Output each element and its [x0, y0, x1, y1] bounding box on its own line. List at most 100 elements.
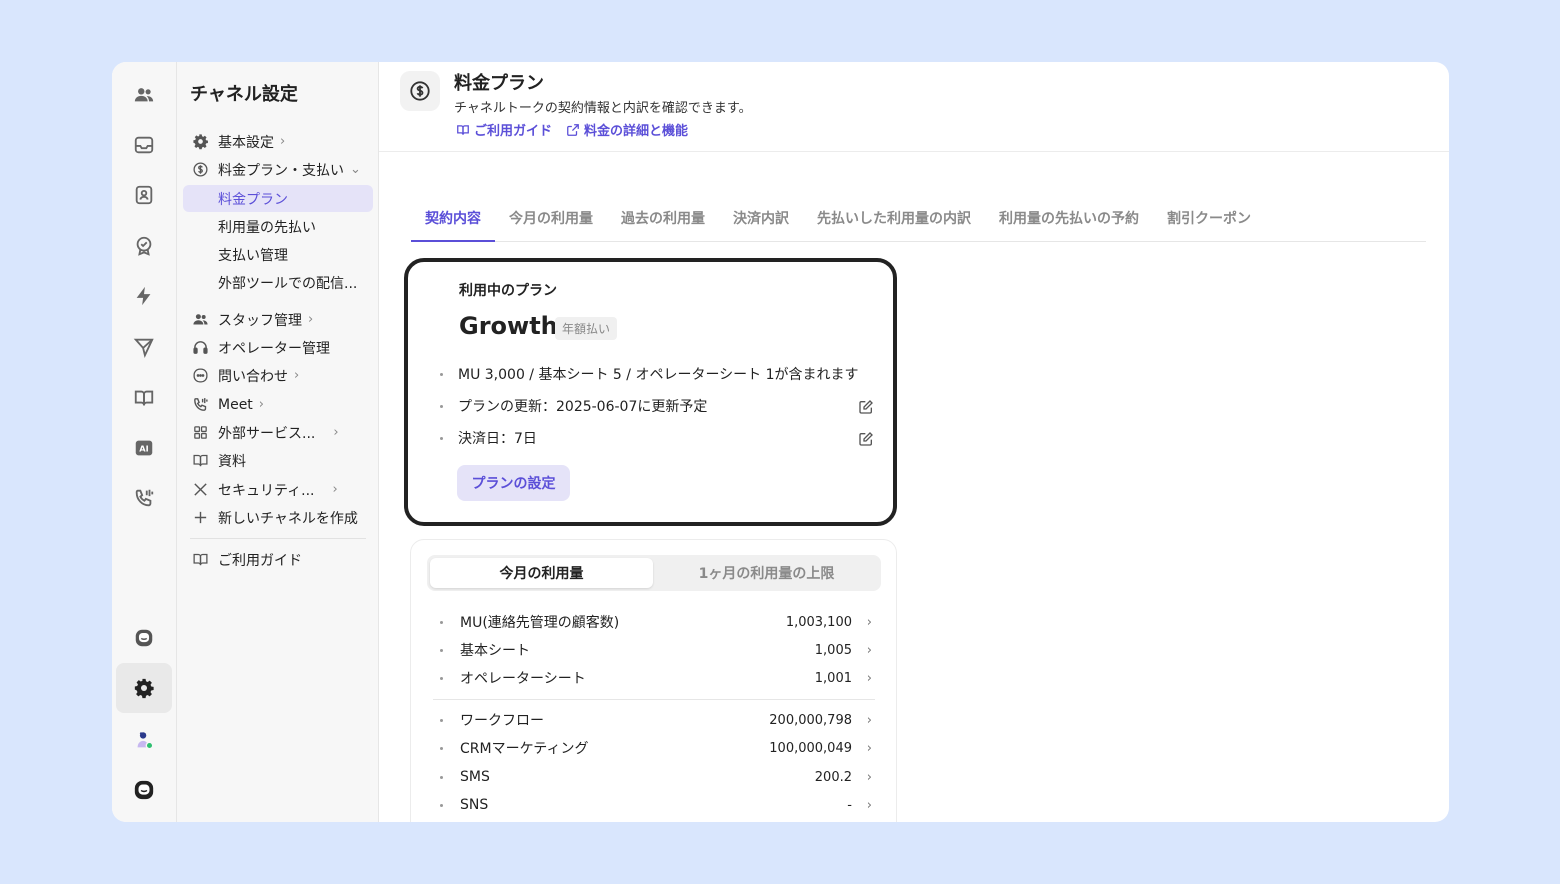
nav-label: 問い合わせ	[218, 368, 288, 385]
rail-settings[interactable]	[116, 663, 172, 713]
usage-label: SNS	[460, 797, 489, 813]
tab-prepaid-breakdown[interactable]: 先払いした利用量の内訳	[803, 202, 985, 242]
edit-icon[interactable]	[858, 431, 874, 447]
usage-value: 1,003,100	[785, 614, 852, 630]
tab-prepay-reservation[interactable]: 利用量の先払いの予約	[985, 202, 1153, 242]
rail-send[interactable]	[116, 322, 172, 372]
nav-label: 資料	[218, 453, 246, 470]
usage-row[interactable]: SNS - ›	[440, 794, 872, 816]
dollar-icon	[192, 162, 208, 177]
rail-users[interactable]	[116, 70, 172, 120]
rail-badge[interactable]	[116, 221, 172, 271]
nav-label: オペレーター管理	[218, 340, 330, 357]
nav-label: スタッフ管理	[218, 312, 302, 329]
nav-user-guide[interactable]: ご利用ガイド	[183, 546, 373, 573]
gear-icon	[192, 134, 208, 150]
plan-renewal-item: プランの更新：2025-06-07に更新予定	[440, 396, 707, 416]
usage-row[interactable]: オペレーターシート 1,001 ›	[440, 667, 872, 689]
rail-phone[interactable]	[116, 473, 172, 523]
chevron-right-icon: ›	[866, 670, 872, 686]
pricing-details-link[interactable]: 料金の詳細と機能	[566, 120, 688, 139]
plan-settings-button[interactable]: プランの設定	[457, 465, 570, 501]
nav-label: ご利用ガイド	[218, 552, 302, 569]
rail-automation[interactable]	[116, 271, 172, 321]
usage-row[interactable]: ワークフロー 200,000,798 ›	[440, 709, 872, 731]
page-header: 料金プラン チャネルトークの契約情報と内訳を確認できます。 ご利用ガイド 料金の…	[379, 62, 1449, 152]
usage-row[interactable]: 基本シート 1,005 ›	[440, 639, 872, 661]
tab-bar: 契約内容 今月の利用量 過去の利用量 決済内訳 先払いした利用量の内訳 利用量の…	[411, 202, 1426, 242]
nav-external-delivery[interactable]: 外部ツールでの配信...	[183, 269, 373, 296]
usage-row[interactable]: MU(連絡先管理の顧客数) 1,003,100 ›	[440, 611, 872, 633]
nav-pricing-payment[interactable]: 料金プラン・支払い ⌄	[183, 156, 373, 183]
rail-inbox[interactable]	[116, 120, 172, 170]
page-icon	[400, 71, 440, 111]
grid-icon	[193, 426, 207, 439]
rail-contacts[interactable]	[116, 170, 172, 220]
chevron-right-icon: ›	[866, 797, 872, 813]
book-icon	[192, 454, 208, 467]
usage-row[interactable]: CRMマーケティング 100,000,049 ›	[440, 737, 872, 759]
usage-value: 1,005	[814, 642, 852, 658]
segment-this-month[interactable]: 今月の利用量	[430, 558, 653, 588]
nav-label: セキュリティ...	[218, 482, 315, 499]
nav-label: 支払い管理	[218, 247, 288, 264]
headset-icon	[192, 341, 208, 354]
rail-ai[interactable]: AI	[116, 423, 172, 473]
nav-label: 外部ツールでの配信...	[218, 275, 358, 292]
book-open-icon	[134, 390, 154, 406]
rail-avatar[interactable]	[116, 715, 172, 765]
nav-prepay[interactable]: 利用量の先払い	[183, 213, 373, 240]
users-icon	[134, 88, 154, 102]
chevron-right-icon: ›	[308, 312, 314, 327]
segment-monthly-limit[interactable]: 1ヶ月の利用量の上限	[655, 558, 878, 588]
nav-payment-management[interactable]: 支払い管理	[183, 241, 373, 268]
nav-basic-settings[interactable]: 基本設定 ›	[183, 128, 373, 155]
tab-coupons[interactable]: 割引クーポン	[1153, 202, 1265, 242]
edit-icon[interactable]	[858, 399, 874, 415]
nav-pricing-plan[interactable]: 料金プラン	[183, 185, 373, 212]
nav-operator[interactable]: オペレーター管理	[183, 334, 373, 361]
usage-value: 1,001	[814, 670, 852, 686]
rail-chat[interactable]	[116, 613, 172, 663]
plan-payment-day-item: 決済日：7日	[440, 428, 537, 448]
nav-divider	[190, 538, 366, 539]
current-plan-card: 利用中のプラン Growth 年額払い MU 3,000 / 基本シート 5 /…	[404, 258, 897, 526]
nav-meet[interactable]: Meet ›	[183, 391, 373, 418]
usage-value: 200,000,798	[769, 712, 852, 728]
nav-materials[interactable]: 資料	[183, 447, 373, 474]
rail-channel-logo[interactable]	[116, 765, 172, 815]
usage-value: 200.2	[814, 769, 852, 785]
plus-icon	[194, 511, 206, 524]
rail-docs[interactable]	[116, 373, 172, 423]
user-guide-link[interactable]: ご利用ガイド	[456, 120, 552, 139]
usage-segmented-control: 今月の利用量 1ヶ月の利用量の上限	[427, 555, 881, 591]
tab-payment-details[interactable]: 決済内訳	[719, 202, 803, 242]
usage-label: 基本シート	[460, 643, 530, 659]
plan-included-item: MU 3,000 / 基本シート 5 / オペレーターシート 1が含まれます	[440, 364, 859, 384]
chevron-right-icon: ›	[258, 397, 264, 412]
usage-row[interactable]: SMS 200.2 ›	[440, 766, 872, 788]
settings-nav: チャネル設定 基本設定 › 料金プラン・支払い ⌄ 料金プラン 利用量の先払い …	[177, 62, 379, 822]
plan-item-text: 決済日：7日	[458, 431, 537, 447]
plan-name: Growth	[459, 312, 558, 340]
usage-divider	[433, 699, 875, 700]
tools-icon	[193, 483, 207, 496]
page-subtitle: チャネルトークの契約情報と内訳を確認できます。	[454, 101, 752, 116]
phone-icon	[135, 489, 154, 507]
tab-contract[interactable]: 契約内容	[411, 202, 495, 242]
chevron-right-icon: ›	[280, 134, 286, 149]
nav-inquiry[interactable]: 問い合わせ ›	[183, 362, 373, 389]
nav-label: 基本設定	[218, 134, 274, 151]
contact-book-icon	[135, 185, 153, 205]
usage-label: MU(連絡先管理の顧客数)	[460, 615, 620, 631]
nav-create-channel[interactable]: 新しいチャネルを作成	[183, 504, 373, 531]
nav-staff[interactable]: スタッフ管理 ›	[183, 306, 373, 333]
tab-past-usage[interactable]: 過去の利用量	[607, 202, 719, 242]
nav-external-services[interactable]: 外部サービス... ›	[183, 419, 373, 446]
plan-item-text: プランの更新：2025-06-07に更新予定	[458, 399, 708, 415]
nav-label: Meet	[218, 396, 253, 413]
main-content: 料金プラン チャネルトークの契約情報と内訳を確認できます。 ご利用ガイド 料金の…	[379, 62, 1449, 822]
chevron-right-icon: ›	[866, 614, 872, 630]
tab-this-month-usage[interactable]: 今月の利用量	[495, 202, 607, 242]
nav-security[interactable]: セキュリティ... ›	[183, 476, 373, 503]
